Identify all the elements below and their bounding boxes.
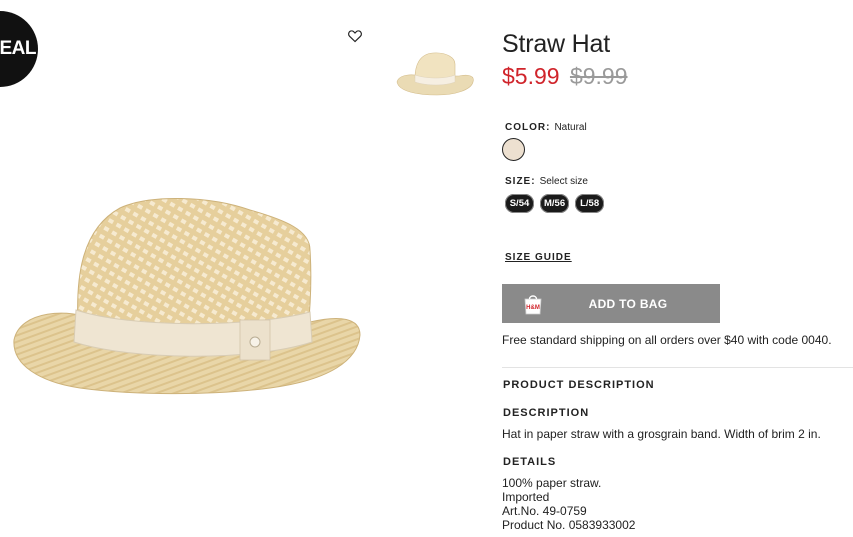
product-thumbnail[interactable]: [393, 48, 477, 98]
product-title: Straw Hat: [502, 30, 610, 58]
size-label: SIZE:: [505, 176, 536, 187]
details-item: Art.No. 49-0759: [502, 504, 587, 518]
size-option-s54[interactable]: S/54: [505, 194, 534, 213]
product-main-image: [10, 190, 370, 400]
product-description-heading: PRODUCT DESCRIPTION: [503, 379, 655, 391]
favorite-heart-icon[interactable]: [347, 28, 363, 44]
details-item: Imported: [502, 490, 550, 504]
description-heading: DESCRIPTION: [503, 407, 590, 419]
add-to-bag-button[interactable]: H&M ADD TO BAG: [502, 284, 720, 323]
size-label-row: SIZE: Select size: [505, 176, 588, 187]
size-guide-link[interactable]: SIZE GUIDE: [505, 252, 572, 263]
deal-badge: DEAL: [0, 11, 38, 87]
price-row: $5.99 $9.99: [502, 63, 628, 90]
details-item: Product No. 0583933002: [502, 518, 636, 532]
color-label-row: COLOR: Natural: [505, 122, 587, 133]
details-item: 100% paper straw.: [502, 476, 602, 490]
size-options: S/54 M/56 L/58: [505, 194, 605, 213]
size-option-l58[interactable]: L/58: [575, 194, 605, 213]
color-swatch-natural[interactable]: [502, 138, 525, 161]
size-option-m56[interactable]: M/56: [540, 194, 570, 213]
section-divider: [502, 367, 853, 368]
sale-price: $5.99: [502, 63, 560, 89]
add-to-bag-label: ADD TO BAG: [588, 296, 668, 311]
size-value: Select size: [539, 176, 588, 187]
deal-badge-label: DEAL: [0, 38, 36, 59]
original-price: $9.99: [569, 63, 628, 89]
shipping-note: Free standard shipping on all orders ove…: [502, 333, 832, 347]
color-label: COLOR:: [505, 122, 551, 133]
details-heading: DETAILS: [503, 456, 557, 468]
details-list: 100% paper straw. Imported Art.No. 49-07…: [502, 476, 635, 532]
color-value: Natural: [554, 122, 587, 133]
description-text: Hat in paper straw with a grosgrain band…: [502, 427, 821, 441]
